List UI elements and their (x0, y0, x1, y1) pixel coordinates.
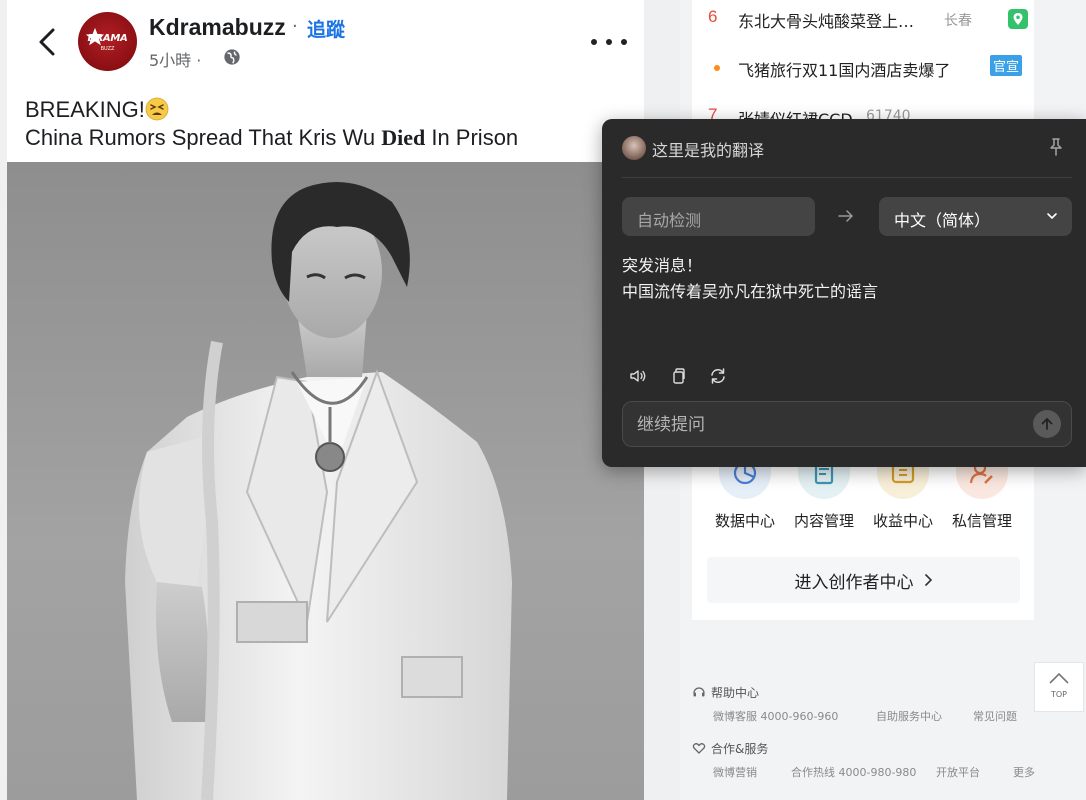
arrow-right-icon (838, 210, 853, 222)
chevron-right-icon (924, 573, 932, 587)
creator-center-card: 数据中心 内容管理 收益中心 私信管理 进入创作者中心 (692, 455, 1034, 620)
translation-line: 中国流传着吴亦凡在狱中死亡的谣言 (622, 282, 879, 301)
back-to-top-button[interactable]: TOP (1034, 662, 1084, 712)
help-center-heading: 帮助中心 (692, 684, 759, 701)
avatar-logo-sub: BUZZ (100, 46, 115, 52)
author-avatar[interactable]: DRAMA BUZZ (78, 12, 137, 71)
divider (622, 177, 1072, 178)
income-center-button[interactable]: 收益中心 (863, 455, 943, 535)
translation-line: 突发消息！ (622, 256, 703, 275)
footer-link[interactable]: 自助服务中心 (876, 708, 942, 724)
arrow-up-icon (1041, 418, 1053, 430)
source-language-select[interactable]: 自动检测 (622, 197, 815, 236)
headset-icon (693, 687, 705, 697)
headline-part1: China Rumors Spread That Kris Wu (25, 125, 382, 150)
hot-search-item[interactable]: 飞猪旅行双11国内酒店卖爆了 官宣 (692, 52, 1034, 82)
private-message-button[interactable]: 私信管理 (942, 455, 1022, 535)
speaker-icon[interactable] (628, 366, 648, 386)
chevron-down-icon (1047, 213, 1057, 220)
followup-box (622, 401, 1072, 447)
tired-face-emoji-icon (145, 97, 169, 121)
creator-item-label: 数据中心 (714, 512, 775, 530)
cooperation-title: 合作&服务 (711, 742, 769, 756)
more-options-button[interactable] (591, 28, 627, 56)
post-text-line2: China Rumors Spread That Kris Wu Died In… (25, 124, 518, 152)
target-language-value: 中文（简体） (894, 211, 991, 230)
post-card: DRAMA BUZZ Kdramabuzz · 追蹤 5小時 · BREAKIN… (7, 0, 644, 800)
post-header: DRAMA BUZZ Kdramabuzz · 追蹤 5小時 · (7, 0, 644, 84)
hot-search-card: 6 东北大骨头炖酸菜登上… 长春 飞猪旅行双11国内酒店卖爆了 官宣 7 张婧仪… (692, 0, 1034, 130)
post-text-line1: BREAKING! (25, 96, 518, 124)
person-photo-illustration (125, 182, 512, 800)
creator-item-label: 私信管理 (951, 512, 1012, 530)
post-time: 5小時 · (149, 51, 202, 70)
content-management-button[interactable]: 内容管理 (784, 455, 864, 535)
handshake-heart-icon (692, 743, 706, 754)
footer-link[interactable]: 开放平台 (936, 764, 980, 780)
help-center-title: 帮助中心 (711, 686, 760, 700)
post-text: BREAKING! China Rumors Spread That Kris … (25, 96, 518, 152)
refresh-icon[interactable] (708, 366, 728, 386)
translation-actions (628, 366, 748, 386)
official-badge: 官宣 (990, 55, 1023, 76)
footer-link[interactable]: 更多 (1013, 764, 1035, 780)
location-pin-icon (1008, 9, 1028, 29)
pin-icon[interactable] (1046, 137, 1066, 157)
chevron-left-icon (39, 28, 55, 56)
send-button[interactable] (1033, 410, 1061, 438)
footer-link[interactable]: 常见问题 (973, 708, 1017, 724)
back-button[interactable] (29, 24, 65, 60)
social-post-panel: DRAMA BUZZ Kdramabuzz · 追蹤 5小時 · BREAKIN… (0, 0, 650, 800)
translation-popup: 这里是我的翻译 自动检测 中文（简体） 突发消息！ 中国流传着吴亦凡在狱中死亡的… (602, 119, 1086, 467)
more-dot-icon (591, 39, 597, 45)
follow-separator: · (292, 16, 298, 37)
followup-input[interactable] (637, 410, 1017, 440)
more-dot-icon (606, 39, 612, 45)
creator-item-label: 内容管理 (793, 512, 854, 530)
globe-icon (224, 49, 240, 65)
enter-creator-label: 进入创作者中心 (794, 572, 914, 593)
headline-part2: In Prison (425, 125, 519, 150)
target-language-select[interactable]: 中文（简体） (879, 197, 1072, 236)
headline-bold-word: Died (381, 125, 426, 150)
creator-item-label: 收益中心 (872, 512, 933, 530)
assistant-avatar (622, 136, 646, 160)
footer-link[interactable]: 微博营销 (713, 764, 757, 780)
hot-title: 东北大骨头炖酸菜登上… (738, 12, 915, 31)
follow-button[interactable]: 追蹤 (307, 15, 345, 42)
data-center-button[interactable]: 数据中心 (705, 455, 785, 535)
top-button-label: TOP (1050, 690, 1067, 699)
hot-rank: 6 (708, 7, 718, 26)
footer-link[interactable]: 合作热线 4000-980-980 (791, 764, 916, 780)
avatar-logo-text: DRAMA (87, 33, 128, 44)
more-dot-icon (621, 39, 627, 45)
footer-link[interactable]: 微博客服 4000-960-960 (713, 708, 838, 724)
post-photo[interactable] (7, 162, 644, 800)
author-name[interactable]: Kdramabuzz (149, 14, 286, 41)
hot-dot-icon (714, 65, 720, 71)
headline-breaking: BREAKING! (25, 97, 145, 122)
copy-icon[interactable] (668, 366, 688, 386)
chevron-up-icon (1049, 672, 1069, 684)
cooperation-heading: 合作&服务 (692, 740, 768, 757)
translator-title: 这里是我的翻译 (652, 141, 765, 160)
enter-creator-center-button[interactable]: 进入创作者中心 (707, 557, 1020, 603)
sidebar-footer: 帮助中心 微博客服 4000-960-960 自助服务中心 常见问题 合作&服务… (692, 680, 1035, 800)
translation-result: 突发消息！ 中国流传着吴亦凡在狱中死亡的谣言 (622, 253, 1062, 305)
hot-location: 长春 (944, 13, 972, 29)
hot-search-item[interactable]: 6 东北大骨头炖酸菜登上… 长春 (692, 3, 1034, 33)
hot-title: 飞猪旅行双11国内酒店卖爆了 (738, 61, 951, 80)
